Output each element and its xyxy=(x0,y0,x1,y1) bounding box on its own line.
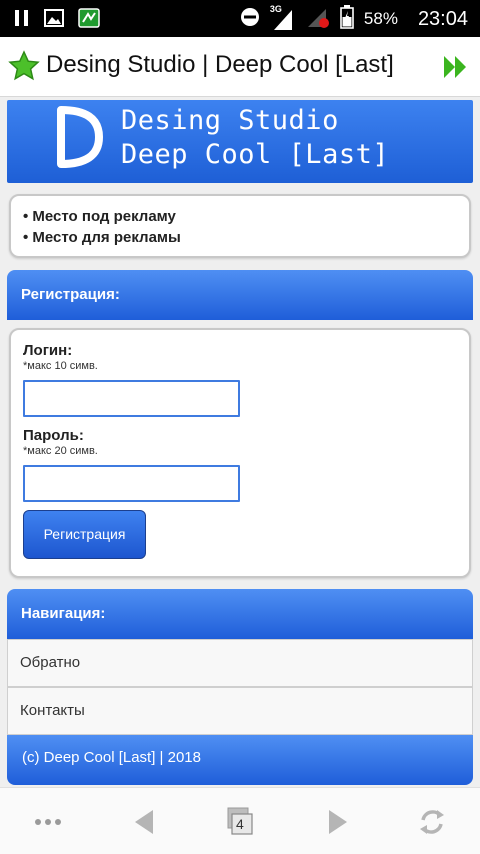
banner-line-1: Desing Studio xyxy=(121,105,339,136)
registration-header: Регистрация: xyxy=(7,270,473,320)
logo-letter xyxy=(55,104,107,170)
nav-item-contacts[interactable]: Контакты xyxy=(7,687,473,735)
refresh-button[interactable] xyxy=(416,806,448,838)
navigation-header: Навигация: xyxy=(7,589,473,639)
page-content: Desing Studio Deep Cool [Last] • Место п… xyxy=(0,97,480,787)
favorite-star-icon[interactable] xyxy=(8,50,40,87)
password-label: Пароль: xyxy=(23,427,84,444)
password-input[interactable] xyxy=(23,465,240,502)
login-label: Логин: xyxy=(23,342,73,359)
do-not-disturb-icon xyxy=(240,7,260,32)
register-button[interactable]: Регистрация xyxy=(23,510,146,559)
more-dots-icon xyxy=(35,819,61,825)
tab-count: 4 xyxy=(236,816,244,832)
refresh-icon xyxy=(420,810,444,834)
forward-double-arrow-icon[interactable] xyxy=(442,53,470,86)
nav-item-back[interactable]: Обратно xyxy=(7,639,473,687)
page-title: Desing Studio | Deep Cool [Last] xyxy=(46,51,394,78)
battery-percent: 58% xyxy=(363,9,398,28)
tabs-button[interactable]: 4 xyxy=(224,806,256,838)
gallery-icon xyxy=(44,9,64,32)
signal-icon xyxy=(306,5,330,34)
pause-icon xyxy=(14,9,30,32)
site-banner: Desing Studio Deep Cool [Last] xyxy=(7,100,473,183)
forward-arrow-icon xyxy=(329,810,347,834)
forward-button[interactable] xyxy=(322,806,354,838)
browser-title-bar: Desing Studio | Deep Cool [Last] xyxy=(0,37,480,97)
banner-text: Desing Studio Deep Cool [Last] xyxy=(121,104,389,172)
ad-item[interactable]: • Место для рекламы xyxy=(23,227,457,248)
back-button[interactable] xyxy=(128,806,160,838)
menu-dots-button[interactable] xyxy=(32,806,64,838)
browser-toolbar: 4 xyxy=(0,787,480,854)
login-hint: *макс 10 симв. xyxy=(23,360,98,372)
back-arrow-icon xyxy=(135,810,153,834)
ad-item[interactable]: • Место под рекламу xyxy=(23,206,457,227)
ads-box: • Место под рекламу • Место для рекламы xyxy=(9,194,471,258)
battery-icon xyxy=(340,4,354,34)
page-footer: (c) Deep Cool [Last] | 2018 xyxy=(7,735,473,785)
banner-line-2: Deep Cool [Last] xyxy=(121,139,390,170)
app-notification-icon xyxy=(78,8,100,33)
login-input[interactable] xyxy=(23,380,240,417)
signal-3g-icon: 3G xyxy=(270,4,296,32)
registration-form: Логин: *макс 10 симв. Пароль: *макс 20 с… xyxy=(9,328,471,578)
status-bar: 3G 58% 23:04 xyxy=(0,0,480,37)
password-hint: *макс 20 симв. xyxy=(23,445,98,457)
clock: 23:04 xyxy=(417,7,468,30)
